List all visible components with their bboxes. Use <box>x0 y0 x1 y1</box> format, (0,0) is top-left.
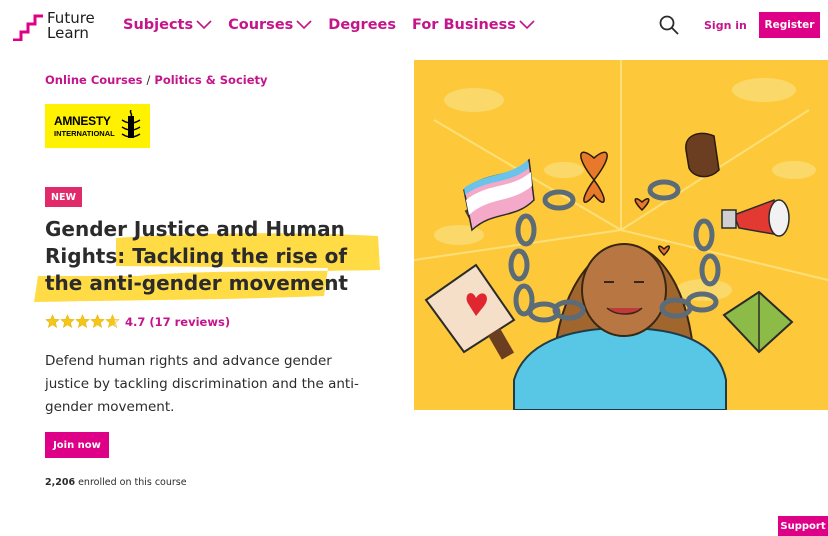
star-icon <box>90 314 105 328</box>
star-rating <box>45 314 120 329</box>
breadcrumb: Online Courses / Politics & Society <box>45 73 268 87</box>
main-nav: Subjects Courses Degrees For Business <box>123 17 551 33</box>
star-icon <box>75 314 90 328</box>
chevron-down-icon <box>296 20 312 30</box>
nav-for-business[interactable]: For Business <box>412 17 535 33</box>
enrolled-count: 2,206 enrolled on this course <box>45 477 187 488</box>
breadcrumb-online-courses[interactable]: Online Courses <box>45 73 143 87</box>
nav-courses[interactable]: Courses <box>228 17 312 33</box>
futurelearn-logo[interactable]: Future Learn <box>12 11 102 43</box>
star-icon <box>45 314 60 328</box>
nav-subjects[interactable]: Subjects <box>123 17 212 33</box>
amnesty-international-logo[interactable]: AMNESTY INTERNATIONAL <box>45 104 150 148</box>
course-rating[interactable]: 4.7 (17 reviews) <box>45 314 230 329</box>
rating-link[interactable]: 4.7 (17 reviews) <box>125 315 230 329</box>
course-illustration <box>414 60 828 410</box>
logo-text: Future Learn <box>47 9 95 42</box>
candle-barbed-wire-icon <box>121 110 141 138</box>
hero-illustration-image <box>414 60 828 410</box>
breadcrumb-separator: / <box>146 73 151 87</box>
breadcrumb-politics-society[interactable]: Politics & Society <box>154 73 267 87</box>
search-icon[interactable] <box>659 15 679 35</box>
register-button[interactable]: Register <box>759 12 820 38</box>
new-badge: NEW <box>45 187 82 207</box>
logo-steps-icon <box>13 14 43 41</box>
chevron-down-icon <box>519 20 535 30</box>
site-header: Future Learn Subjects Courses Degrees Fo… <box>0 0 828 56</box>
course-title: Gender Justice and Human Rights: Tacklin… <box>45 217 348 295</box>
join-now-button[interactable]: Join now <box>45 432 109 458</box>
nav-degrees[interactable]: Degrees <box>328 17 396 33</box>
chevron-down-icon <box>196 20 212 30</box>
star-icon <box>60 314 75 328</box>
sign-in-link[interactable]: Sign in <box>704 19 747 32</box>
course-description: Defend human rights and advance gender j… <box>45 353 359 415</box>
star-half-icon <box>105 314 120 328</box>
support-button[interactable]: Support <box>778 516 828 536</box>
